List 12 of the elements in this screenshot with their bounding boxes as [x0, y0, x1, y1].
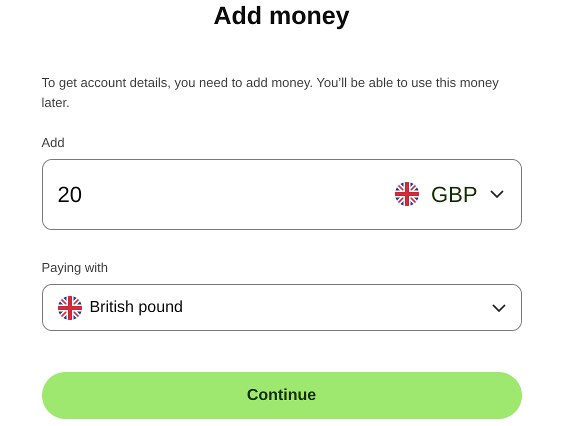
- chevron-down-icon: [490, 190, 504, 198]
- paying-with-label: Paying with: [42, 258, 109, 277]
- continue-button[interactable]: Continue: [42, 372, 522, 419]
- amount-field[interactable]: 20 GBP: [42, 158, 522, 230]
- currency-selector[interactable]: GBP: [395, 178, 506, 210]
- page-title: Add money: [213, 1, 350, 31]
- description-text: To get account details, you need to add money. You’ll be able to use this money later.: [42, 74, 500, 112]
- chevron-down-icon: [492, 304, 506, 312]
- payment-select[interactable]: British pound: [42, 284, 522, 331]
- amount-label: Add: [42, 134, 66, 152]
- flag-icon: [58, 296, 82, 320]
- flag-icon: [395, 182, 420, 206]
